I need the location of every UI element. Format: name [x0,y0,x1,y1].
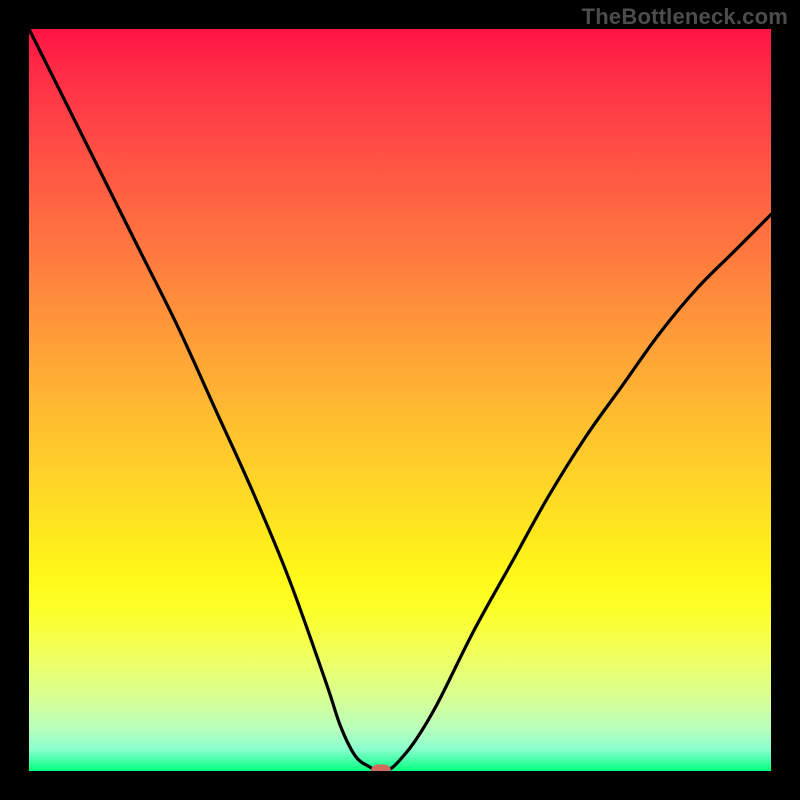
plot-area [29,29,771,771]
watermark-text: TheBottleneck.com [582,4,788,30]
chart-frame: TheBottleneck.com [0,0,800,800]
bottleneck-curve [29,29,771,771]
optimum-marker [371,765,391,772]
